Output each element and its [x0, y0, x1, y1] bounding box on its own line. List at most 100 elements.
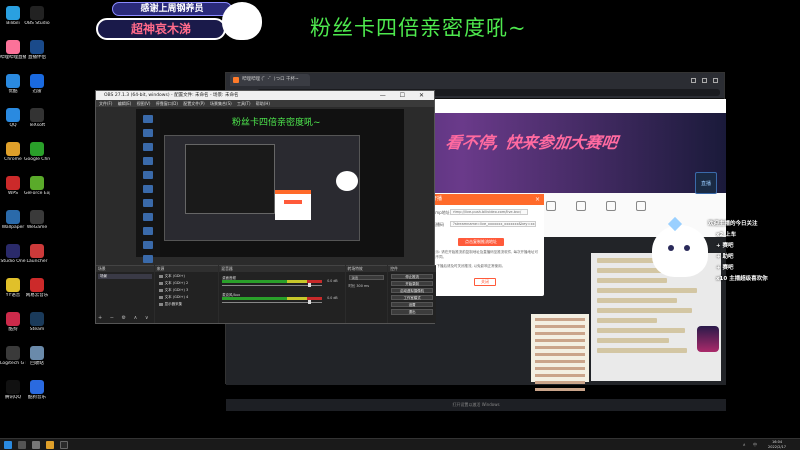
desktop-icon[interactable]: Studio One	[0, 244, 26, 264]
browser-window-controls[interactable]	[691, 77, 724, 83]
desktop-icon[interactable]: Steam	[24, 312, 50, 332]
source-item[interactable]: 显示器采集	[157, 302, 217, 307]
scenes-footer-buttons[interactable]: + − ⚙ ∧ ∨	[98, 315, 152, 321]
danmaku-text: + 赛吧	[716, 265, 734, 271]
danmaku-row: x10 主播超级喜欢你	[716, 275, 768, 284]
danmaku-text: 欢迎主播的今日关注	[708, 221, 758, 227]
desktop-icon[interactable]: 回收站	[24, 346, 50, 366]
stream-key-dialog[interactable]: 开播 × rtmp地址 rtmp://live-push.bilivideo.c…	[428, 194, 544, 296]
danmaku-row: 欢迎主播的今日关注	[708, 220, 758, 229]
transition-duration[interactable]: 时长 300 ms	[349, 283, 385, 288]
desktop-icon[interactable]: Google Chrome	[24, 142, 50, 162]
server-field[interactable]: rtmp://live-push.bilivideo.com/live-bvc/	[450, 209, 528, 215]
volume-meter	[222, 297, 323, 300]
desktop-icon[interactable]: Logitech G HUB	[0, 346, 26, 366]
desktop-icon[interactable]: QQ	[0, 108, 26, 128]
desktop-icon[interactable]: WeGame	[24, 210, 50, 230]
desktop-icon[interactable]: TeXsoft	[24, 108, 50, 128]
desktop-icon[interactable]: Bilibili	[0, 6, 26, 26]
tool-icon[interactable]	[636, 201, 646, 211]
chrome-taskbar-icon[interactable]	[46, 441, 54, 449]
close-icon[interactable]	[713, 77, 718, 83]
app-icon	[6, 40, 20, 54]
desktop-icon[interactable]: 网易云音乐	[24, 278, 50, 298]
source-item[interactable]: 文本 (GDI+) 4	[157, 295, 217, 300]
preview-overlay-title: 粉丝卡四倍亲密度吼~	[232, 118, 321, 128]
start-icon[interactable]	[4, 441, 12, 449]
volume-slider-handle[interactable]	[308, 300, 312, 304]
source-item[interactable]: 文本 (GDI+) 3	[157, 288, 217, 293]
desktop-icon[interactable]: OBS Studio	[24, 6, 50, 26]
transition-select[interactable]: 淡出	[348, 275, 385, 280]
desktop-icon-label: 酷狗音乐	[28, 395, 46, 400]
minimize-icon[interactable]	[691, 77, 696, 83]
desktop-icon[interactable]: Launcher	[24, 244, 50, 264]
obs-window[interactable]: OBS 27.1.3 (64-bit, windows) - 配置文件: 未命名…	[95, 90, 436, 324]
desktop-icon[interactable]: WPS	[0, 176, 26, 196]
obs-menubar[interactable]: 文件(F) 编辑(E) 视图(V) 停靠窗口(D) 配置文件(P) 场景集合(S…	[96, 100, 434, 107]
control-button[interactable]: 设置	[391, 301, 433, 308]
desktop-icon[interactable]: 酷狗	[0, 312, 26, 332]
desktop-icon[interactable]: 迅雷	[24, 74, 50, 94]
volume-slider[interactable]	[222, 285, 323, 286]
task-view-icon[interactable]	[32, 441, 40, 449]
desktop-icon-label: 腾讯QQ	[4, 395, 22, 400]
desktop-icon[interactable]: Wallpaper	[0, 210, 26, 230]
desktop-icon[interactable]: 酷狗音乐	[24, 380, 50, 400]
controls-header: 控件	[388, 266, 436, 272]
volume-slider[interactable]	[222, 302, 323, 303]
copy-address-button[interactable]: 点击复制推流地址	[458, 238, 504, 246]
mixer-db-value: 0.0 dB	[327, 279, 338, 283]
obs-preview[interactable]: 粉丝卡四倍亲密度吼~	[136, 109, 404, 277]
tool-icon[interactable]	[546, 201, 556, 211]
system-tray[interactable]: ∧ 中	[743, 442, 760, 448]
app-icon	[30, 278, 44, 292]
duration-label: 时长	[348, 284, 356, 288]
scene-item[interactable]: 场景	[98, 274, 152, 279]
app-icon	[6, 6, 20, 20]
search-icon[interactable]	[18, 441, 26, 449]
close-icon[interactable]: ×	[535, 194, 540, 205]
obs-window-controls[interactable]: — ☐ ✕	[380, 91, 430, 100]
control-button[interactable]: 启动虚拟摄像机	[391, 287, 433, 294]
control-button[interactable]: 退出	[391, 308, 433, 315]
app-icon	[6, 142, 20, 156]
live-corner-button[interactable]: 直播	[695, 172, 717, 194]
tool-icon[interactable]	[576, 201, 586, 211]
mascot-image	[222, 2, 262, 40]
volume-slider-handle[interactable]	[308, 283, 312, 287]
tool-icon[interactable]	[606, 201, 616, 211]
clock[interactable]: 16:04 2022/2/17	[768, 440, 786, 449]
danmaku-row: + 赛吧	[716, 242, 734, 251]
desktop-icon[interactable]: 哔哩哔哩直播姬	[0, 40, 26, 60]
control-button[interactable]: 工作室模式	[391, 294, 433, 301]
desktop-icon-label: 优酷	[8, 89, 18, 94]
desktop-icon-label: 酷狗	[8, 327, 18, 332]
key-field[interactable]: ?streamname=live_xxxxxxx_xxxxxxx&key=xxx…	[450, 221, 536, 227]
desktop-icon[interactable]: YY语音	[0, 278, 26, 298]
desktop-icon-label: 回收站	[30, 361, 44, 366]
transitions-header: 转场特效	[345, 266, 388, 272]
browser-tab[interactable]: 哔哩哔哩 (゜-゜)つロ 干杯~	[230, 74, 310, 86]
app-icon	[6, 74, 20, 88]
maximize-icon[interactable]	[702, 77, 707, 83]
close-dialog-button[interactable]: 关闭	[474, 278, 496, 286]
duration-value[interactable]: 300 ms	[356, 284, 369, 288]
desktop-icon-label: Logitech G HUB	[0, 361, 26, 366]
desktop-icon[interactable]: 直播伴侣	[24, 40, 50, 60]
source-item[interactable]: 文本 (GDI+) 2	[157, 281, 217, 286]
mixer-db-value: 0.0 dB	[327, 296, 338, 300]
desktop-icon[interactable]: GeForce Experience	[24, 176, 50, 196]
desktop-icon[interactable]: 腾讯QQ	[0, 380, 26, 400]
volume-meter	[222, 280, 323, 283]
obs-taskbar-icon[interactable]	[60, 441, 68, 449]
control-button[interactable]: 开始录制	[391, 280, 433, 287]
desktop-icon[interactable]: Chrome	[0, 142, 26, 162]
app-icon	[30, 244, 44, 258]
description-panel	[531, 314, 589, 391]
danmaku-text: + 赛吧	[716, 243, 734, 249]
desktop-icon[interactable]: 优酷	[0, 74, 26, 94]
app-icon	[30, 346, 44, 360]
source-item[interactable]: 文本 (GDI+)	[157, 274, 217, 279]
control-button[interactable]: 停止推流	[391, 273, 433, 280]
